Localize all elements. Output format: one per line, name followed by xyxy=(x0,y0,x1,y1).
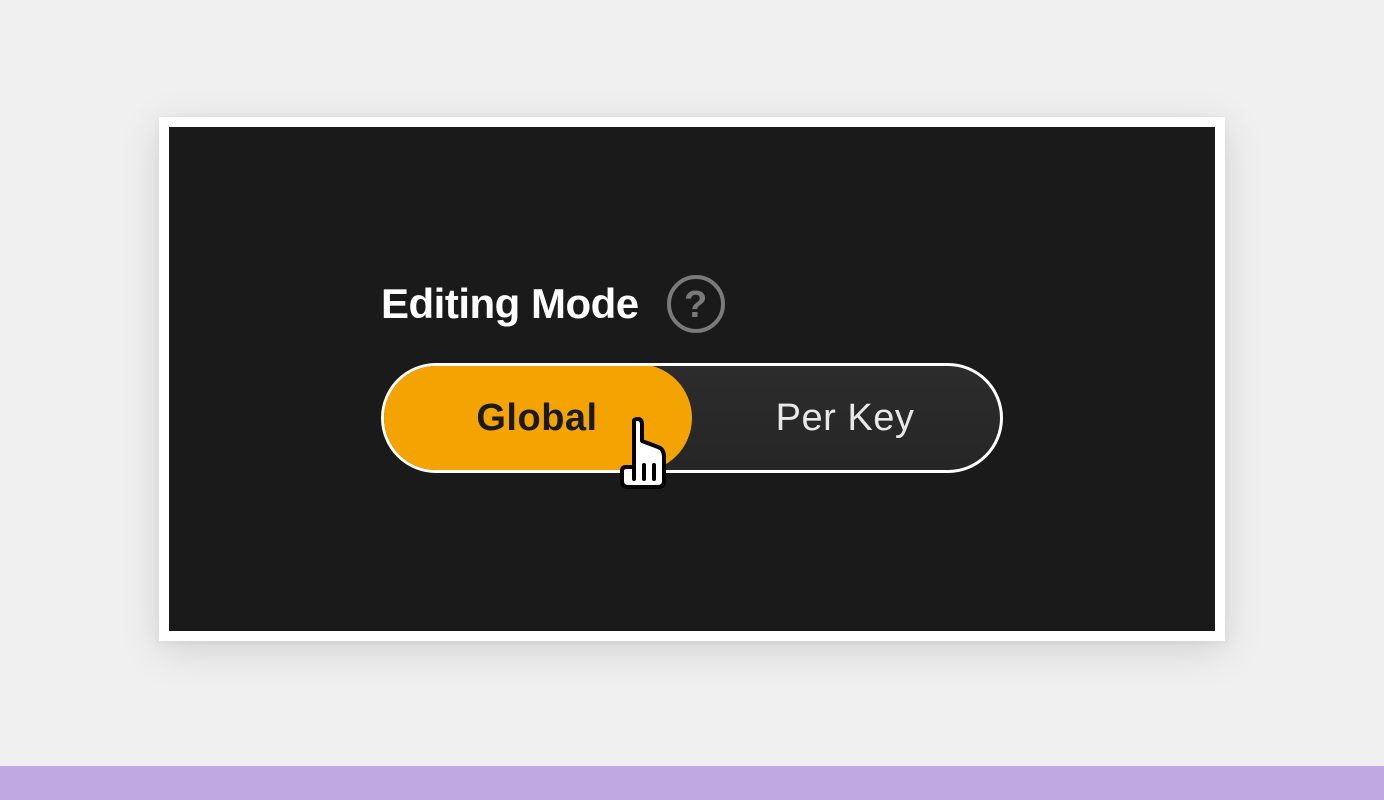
title-row: Editing Mode ? xyxy=(381,275,1003,333)
mode-toggle: Global Per Key xyxy=(381,363,1003,473)
footer-accent-bar xyxy=(0,766,1384,800)
help-icon[interactable]: ? xyxy=(667,275,725,333)
section-title: Editing Mode xyxy=(381,280,639,328)
help-glyph: ? xyxy=(684,286,707,324)
card-frame: Editing Mode ? Global Per Key xyxy=(159,117,1225,641)
toggle-label-per-key: Per Key xyxy=(776,397,915,440)
editing-mode-section: Editing Mode ? Global Per Key xyxy=(381,275,1003,473)
toggle-label-global: Global xyxy=(476,397,597,440)
panel-dark: Editing Mode ? Global Per Key xyxy=(169,127,1215,631)
toggle-option-per-key[interactable]: Per Key xyxy=(690,366,1000,470)
toggle-option-global[interactable]: Global xyxy=(382,364,692,472)
